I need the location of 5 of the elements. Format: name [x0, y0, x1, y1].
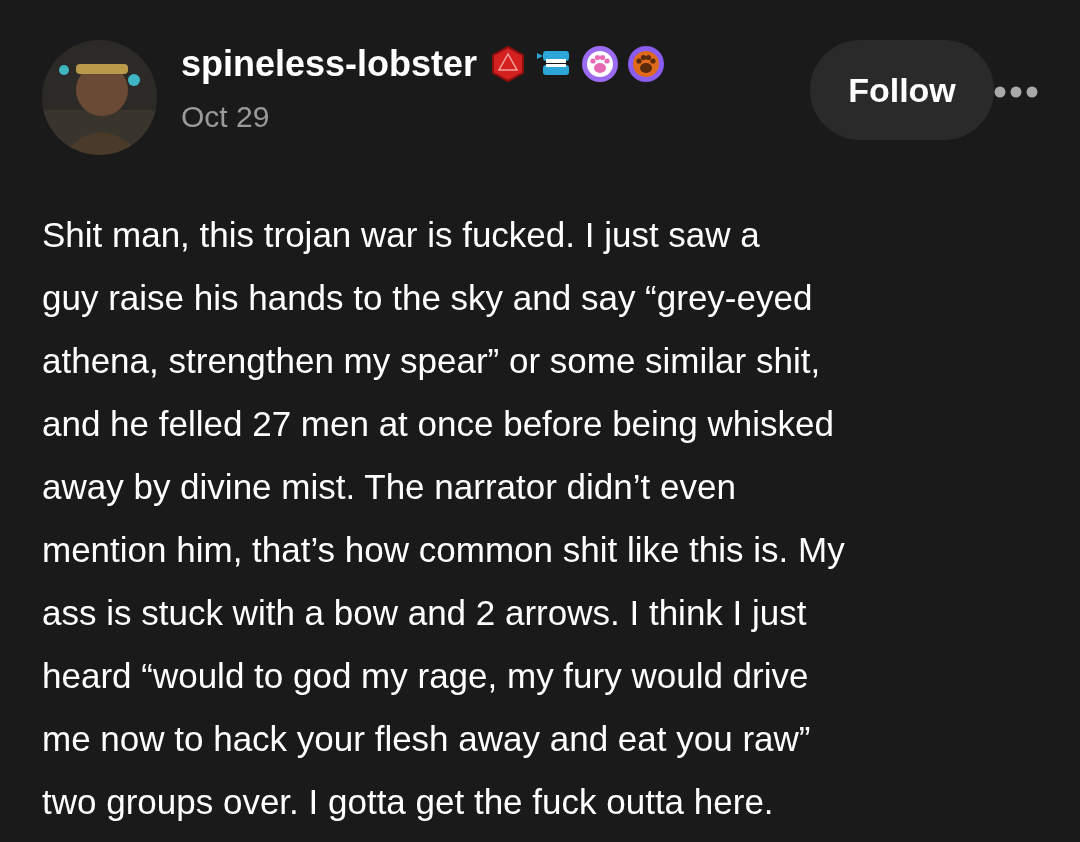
post-text: Shit man, this trojan war is fucked. I just saw a guy raise his hands to the sky and say “grey-eyed athena, strengthen my spear” or some similar shit, and he felled 27 men at once before being whisked away by divine mist. The narrator didn’t even mention him, that’s how common shit like this is. My ass is stuck with a bow and 2 arrows. I think I just heard “would to god my rage, my fury would drive me now to hack your flesh away and eat you raw” two groups over. I gotta get the fuck outta here. [42, 214, 846, 823]
username[interactable]: spineless-lobster [181, 44, 478, 84]
post-date: Oct 29 [181, 98, 271, 135]
follow-button[interactable]: Follow [810, 40, 994, 140]
more-options-icon[interactable] [994, 86, 1038, 98]
